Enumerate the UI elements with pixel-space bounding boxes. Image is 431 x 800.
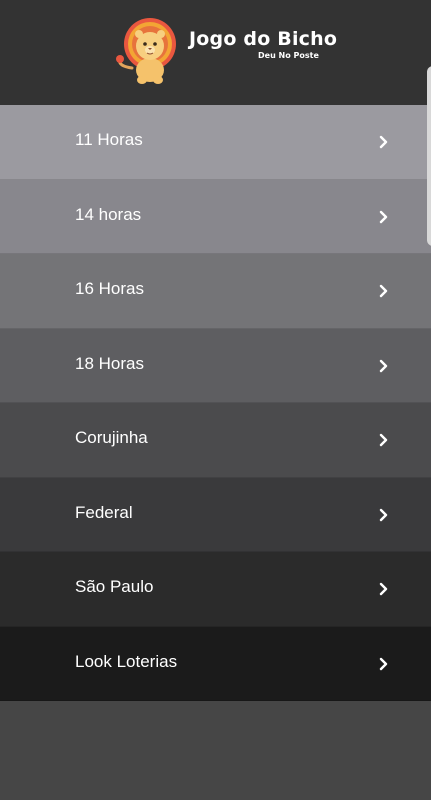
menu-item-label: 11 Horas [75, 130, 143, 149]
menu-item-14-horas[interactable]: 14 horas [0, 179, 431, 254]
app-title: Jogo do Bicho [189, 28, 338, 50]
menu-item-label: Look Loterias [75, 651, 178, 671]
chevron-right-icon [379, 135, 388, 149]
menu-item-label: São Paulo [75, 577, 154, 596]
app-header: Jogo do Bicho Deu No Poste [0, 0, 431, 106]
menu-item-label: 14 horas [75, 204, 142, 224]
menu-item-sao-paulo[interactable]: São Paulo [0, 552, 431, 627]
menu-item-federal[interactable]: Federal [0, 477, 431, 552]
menu-item-16-horas[interactable]: 16 Horas [0, 254, 431, 329]
menu-item-label: Corujinha [75, 428, 148, 447]
app-subtitle: Deu No Poste [258, 51, 319, 60]
lion-mascot-icon [116, 18, 176, 84]
menu-item-11-horas[interactable]: 11 Horas [0, 105, 431, 180]
menu-item-label: Federal [75, 502, 133, 522]
menu-item-look-loterias[interactable]: Look Loterias [0, 626, 431, 701]
chevron-right-icon [379, 359, 388, 372]
menu-item-corujinha[interactable]: Corujinha [0, 403, 431, 478]
chevron-right-icon [379, 657, 388, 670]
chevron-right-icon [379, 582, 388, 596]
menu-item-label: 18 Horas [75, 353, 144, 373]
chevron-right-icon [379, 508, 388, 521]
chevron-right-icon [379, 284, 388, 298]
edge-scroll-handle[interactable] [427, 66, 431, 246]
menu-item-18-horas[interactable]: 18 Horas [0, 328, 431, 403]
app-logo[interactable]: Jogo do Bicho Deu No Poste [112, 16, 337, 86]
chevron-right-icon [379, 210, 388, 223]
chevron-right-icon [379, 433, 388, 447]
menu-item-label: 16 Horas [75, 279, 144, 298]
draw-time-menu: 11 Horas 14 horas 16 Horas 18 Horas Coru… [0, 105, 431, 701]
